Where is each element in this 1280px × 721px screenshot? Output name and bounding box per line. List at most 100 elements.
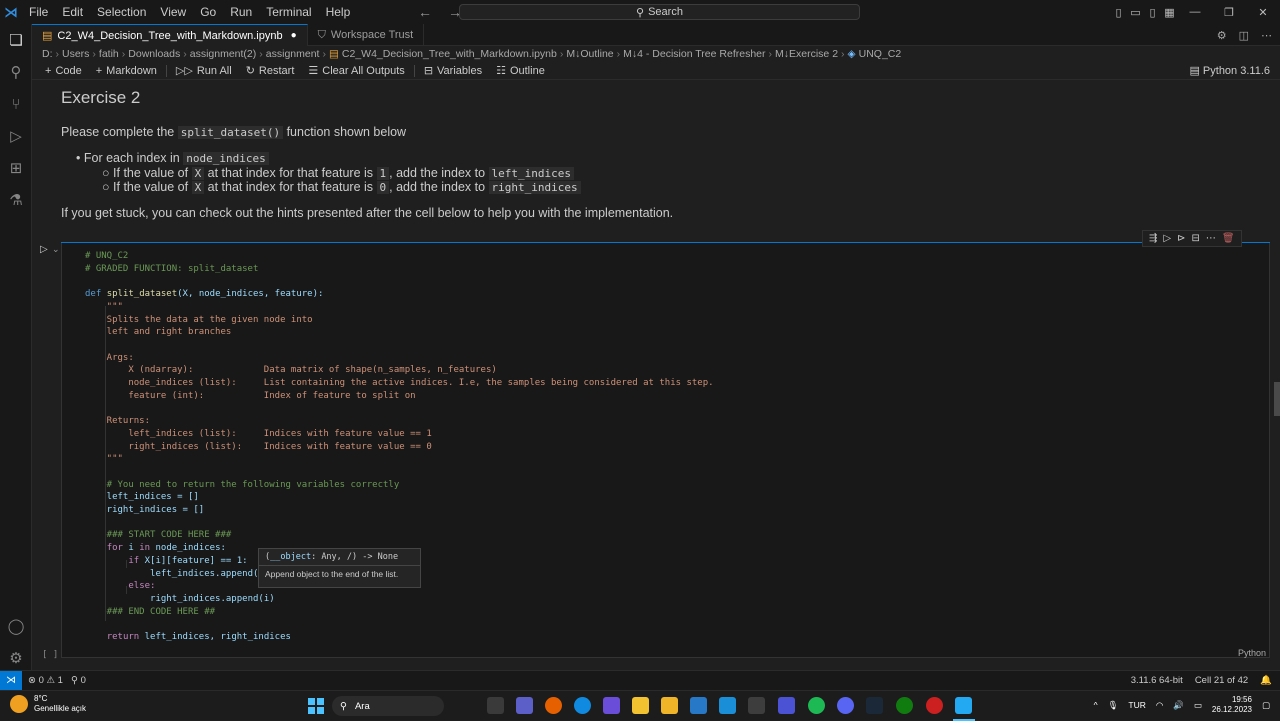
menu-view[interactable]: View xyxy=(153,0,193,24)
manage-gear-icon[interactable]: ⚙ xyxy=(6,648,26,668)
search-label: Search xyxy=(648,6,683,18)
tab-notebook[interactable]: ▤ C2_W4_Decision_Tree_with_Markdown.ipyn… xyxy=(32,24,308,46)
breadcrumb-item[interactable]: Users xyxy=(62,48,89,60)
windows-start-icon[interactable] xyxy=(308,698,324,714)
notification-center-icon[interactable]: ▢ xyxy=(1262,700,1270,711)
accounts-icon[interactable]: ◯ xyxy=(6,616,26,636)
testing-icon[interactable]: ⚗ xyxy=(6,190,26,210)
clock[interactable]: 19:56 26.12.2023 xyxy=(1212,695,1252,715)
explorer-icon[interactable]: ❏ xyxy=(6,30,26,50)
source-control-icon[interactable]: ⑂ xyxy=(6,94,26,114)
xbox-icon[interactable] xyxy=(896,697,913,714)
editor-scrollbar[interactable] xyxy=(1274,80,1280,670)
breadcrumb-item[interactable]: assignment xyxy=(266,48,320,60)
run-all-button[interactable]: ▷▷ Run All xyxy=(169,64,239,78)
run-debug-icon[interactable]: ▷ xyxy=(6,126,26,146)
toggle-secondary-sidebar-icon[interactable]: ▯ xyxy=(1144,6,1161,19)
clear-outputs-label: Clear All Outputs xyxy=(322,64,405,77)
opera-icon[interactable] xyxy=(926,697,943,714)
problems-indicator[interactable]: ⊗ 0 ⚠ 1 xyxy=(28,675,63,686)
weather-widget[interactable]: 8°C Genellikle açık xyxy=(10,694,86,714)
execute-above-icon[interactable]: ▷ xyxy=(1163,233,1171,244)
run-by-line-icon[interactable]: ⇶ xyxy=(1149,233,1157,244)
task-view-icon[interactable] xyxy=(487,697,504,714)
md-inline-code: right_indices xyxy=(488,181,581,194)
restore-icon[interactable]: ❐ xyxy=(1212,6,1246,19)
notifications-bell-icon[interactable]: 🔔 xyxy=(1260,675,1272,686)
steam-icon[interactable] xyxy=(866,697,883,714)
execute-below-icon[interactable]: ⊳ xyxy=(1177,233,1185,244)
menu-selection[interactable]: Selection xyxy=(90,0,153,24)
mail-icon[interactable] xyxy=(719,697,736,714)
cell-language-picker[interactable]: Python xyxy=(1238,648,1266,658)
delete-cell-icon[interactable]: 🗑 xyxy=(1222,233,1235,244)
teams-icon[interactable] xyxy=(516,697,533,714)
customize-layout-icon[interactable]: ▦ xyxy=(1161,6,1178,19)
outline-button[interactable]: ☷ Outline xyxy=(489,64,552,78)
vscode-taskbar-icon[interactable] xyxy=(955,697,972,714)
restart-button[interactable]: ↻ Restart xyxy=(239,64,302,78)
ports-indicator[interactable]: ⚲ 0 xyxy=(71,675,86,686)
breadcrumb-item[interactable]: M↓Exercise 2 xyxy=(775,48,838,60)
taskbar-search[interactable]: ⚲ Ara xyxy=(332,696,444,716)
search-view-icon[interactable]: ⚲ xyxy=(6,62,26,82)
battery-icon[interactable]: ▭ xyxy=(1194,700,1202,711)
spotify-icon[interactable] xyxy=(808,697,825,714)
settings-gear-icon[interactable]: ⚙ xyxy=(1217,29,1227,42)
close-window-icon[interactable]: ✕ xyxy=(1246,6,1280,19)
more-icon[interactable]: ⋯ xyxy=(1206,233,1216,244)
clear-outputs-button[interactable]: ☰ Clear All Outputs xyxy=(301,64,411,78)
python-version[interactable]: 3.11.6 64-bit xyxy=(1131,675,1183,686)
shield-icon: ⛉ xyxy=(317,28,326,41)
calculator-icon[interactable] xyxy=(690,697,707,714)
menu-file[interactable]: File xyxy=(22,0,55,24)
menu-run[interactable]: Run xyxy=(223,0,259,24)
tab-workspace-trust[interactable]: ⛉ Workspace Trust xyxy=(308,24,425,46)
unsaved-dot-icon[interactable]: ● xyxy=(291,30,297,41)
split-editor-icon[interactable]: ◫ xyxy=(1239,29,1249,42)
sticky-notes-icon[interactable] xyxy=(632,697,649,714)
edge-icon[interactable] xyxy=(574,697,591,714)
breadcrumb-item[interactable]: M↓Outline xyxy=(566,48,613,60)
volume-icon[interactable]: 🔊 xyxy=(1173,700,1184,711)
wifi-icon[interactable]: ◠ xyxy=(1156,700,1163,711)
breadcrumb-item[interactable]: fatih xyxy=(99,48,119,60)
kernel-picker[interactable]: ▤ Python 3.11.6 xyxy=(1189,62,1270,80)
breadcrumb-item[interactable]: Downloads xyxy=(128,48,180,60)
cell-position[interactable]: Cell 21 of 42 xyxy=(1195,675,1248,686)
add-markdown-button[interactable]: + Markdown xyxy=(89,65,164,77)
file-explorer-icon[interactable] xyxy=(661,697,678,714)
breadcrumb-item[interactable]: assignment(2) xyxy=(190,48,257,60)
menu-terminal[interactable]: Terminal xyxy=(259,0,318,24)
extensions-icon[interactable]: ⊞ xyxy=(6,158,26,178)
markdown-bullet-1: • For each index in node_indices xyxy=(76,151,269,165)
add-code-button[interactable]: + Code xyxy=(38,65,89,77)
minimize-icon[interactable]: — xyxy=(1178,6,1212,18)
firefox-icon[interactable] xyxy=(545,697,562,714)
breadcrumb-item[interactable]: C2_W4_Decision_Tree_with_Markdown.ipynb xyxy=(342,48,557,60)
menu-edit[interactable]: Edit xyxy=(55,0,90,24)
back-arrow-icon[interactable]: ← xyxy=(418,0,432,24)
remote-icon[interactable]: ⋊ xyxy=(0,670,22,691)
more-actions-icon[interactable]: ⋯ xyxy=(1261,29,1272,42)
split-cell-icon[interactable]: ⊟ xyxy=(1191,233,1199,244)
menu-help[interactable]: Help xyxy=(319,0,358,24)
discord-icon[interactable] xyxy=(837,697,854,714)
microphone-icon[interactable]: 🎙 xyxy=(1108,700,1119,711)
chevron-up-icon[interactable]: ^ xyxy=(1094,700,1098,710)
command-center-search[interactable]: ⚲ Search xyxy=(459,4,860,20)
store-icon[interactable] xyxy=(748,697,765,714)
toggle-sidebar-icon[interactable]: ▯ xyxy=(1110,6,1127,19)
breadcrumb-item[interactable]: UNQ_C2 xyxy=(859,48,902,60)
run-cell-icon[interactable]: ▷ xyxy=(40,244,48,255)
app-icon[interactable] xyxy=(603,697,620,714)
breadcrumb-item[interactable]: D: xyxy=(42,48,53,60)
input-language[interactable]: TUR xyxy=(1128,700,1145,710)
menu-go[interactable]: Go xyxy=(193,0,223,24)
chevron-down-icon[interactable]: ⌄ xyxy=(52,244,60,255)
scroll-thumb[interactable] xyxy=(1274,382,1280,416)
visual-studio-icon[interactable] xyxy=(778,697,795,714)
breadcrumb-item[interactable]: M↓4 - Decision Tree Refresher xyxy=(623,48,765,60)
toggle-panel-icon[interactable]: ▭ xyxy=(1127,6,1144,19)
variables-button[interactable]: ⊟ Variables xyxy=(417,64,489,78)
